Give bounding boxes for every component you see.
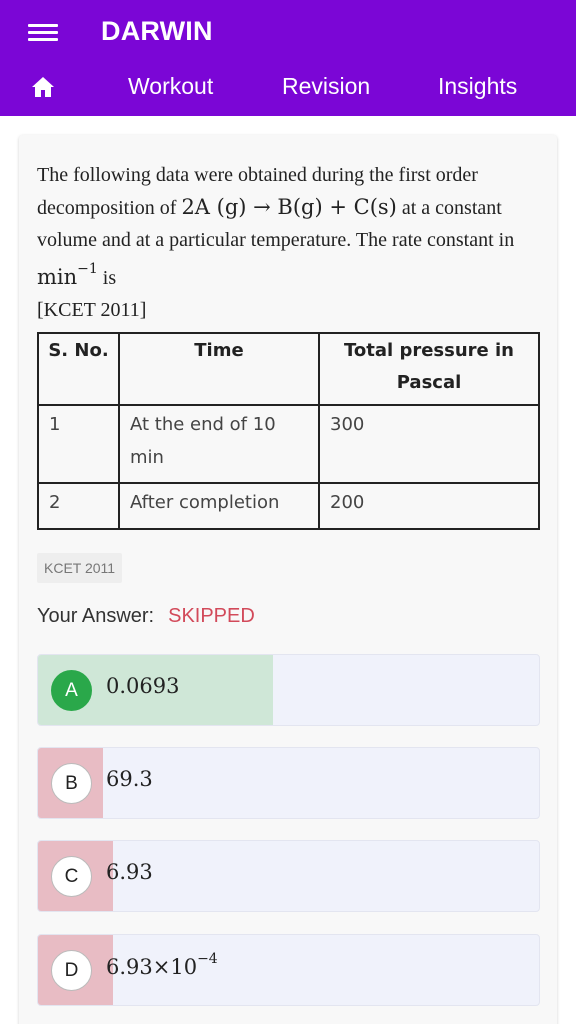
option-c-value: 6.93	[106, 860, 153, 884]
option-a-badge: A	[51, 670, 92, 711]
your-answer-label: Your Answer:	[37, 605, 155, 627]
unit-base: min	[37, 265, 78, 289]
table-cell: At the end of 10 min	[118, 404, 320, 484]
your-answer-value: SKIPPED	[168, 605, 255, 627]
home-icon[interactable]	[31, 76, 55, 98]
nav-insights[interactable]: Insights	[438, 73, 517, 100]
question-card: The following data were obtained during …	[19, 135, 557, 1024]
nav-workout[interactable]: Workout	[128, 73, 213, 100]
table-cell: 300	[318, 404, 540, 484]
reaction-equation: 2A (g) → B(g) + C(s)	[181, 195, 397, 219]
option-d-value-text: 6.93×10	[106, 955, 198, 979]
option-c-badge: C	[51, 856, 92, 897]
question-text: The following data were obtained during …	[37, 159, 537, 326]
data-table: S. No. Time Total pressure in Pascal 1 A…	[37, 332, 540, 530]
exam-tag: KCET 2011	[37, 553, 123, 583]
option-d-value: 6.93×10−4	[106, 951, 218, 979]
table-row: 1 At the end of 10 min 300	[37, 404, 540, 484]
option-a-value-text: 0.0693	[106, 674, 180, 698]
table-cell: 200	[318, 482, 540, 530]
table-header-row: S. No. Time Total pressure in Pascal	[37, 332, 540, 406]
app-bar: DARWIN Workout Revision Insights	[0, 0, 576, 116]
nav-bar: Workout Revision Insights	[0, 64, 576, 110]
table-cell: 2	[37, 482, 120, 530]
app-title: DARWIN	[101, 16, 213, 46]
nav-revision[interactable]: Revision	[282, 73, 370, 100]
option-b-value: 69.3	[106, 767, 153, 791]
your-answer-row: Your Answer: SKIPPED	[37, 605, 255, 628]
table-cell: 1	[37, 404, 120, 484]
table-row: 2 After completion 200	[37, 482, 540, 530]
question-text-part-3: is	[97, 267, 117, 289]
table-cell: After completion	[118, 482, 320, 530]
question-source: [KCET 2011]	[37, 299, 147, 321]
option-c-value-text: 6.93	[106, 860, 153, 884]
option-a-value: 0.0693	[106, 674, 179, 698]
option-d-badge: D	[51, 950, 92, 991]
table-header: S. No.	[37, 332, 120, 406]
option-b-value-text: 69.3	[106, 767, 153, 791]
table-header: Time	[118, 332, 320, 406]
option-c[interactable]: C 6.93	[37, 840, 540, 912]
menu-icon[interactable]	[28, 22, 58, 44]
table-header: Total pressure in Pascal	[318, 332, 540, 406]
option-d[interactable]: D 6.93×10−4	[37, 934, 540, 1006]
option-b-badge: B	[51, 763, 92, 804]
option-d-exponent: −4	[197, 951, 218, 967]
unit-exponent: −1	[77, 261, 98, 277]
option-a[interactable]: A 0.0693	[37, 654, 540, 726]
unit: min−1	[37, 261, 98, 289]
option-b[interactable]: B 69.3	[37, 747, 540, 819]
